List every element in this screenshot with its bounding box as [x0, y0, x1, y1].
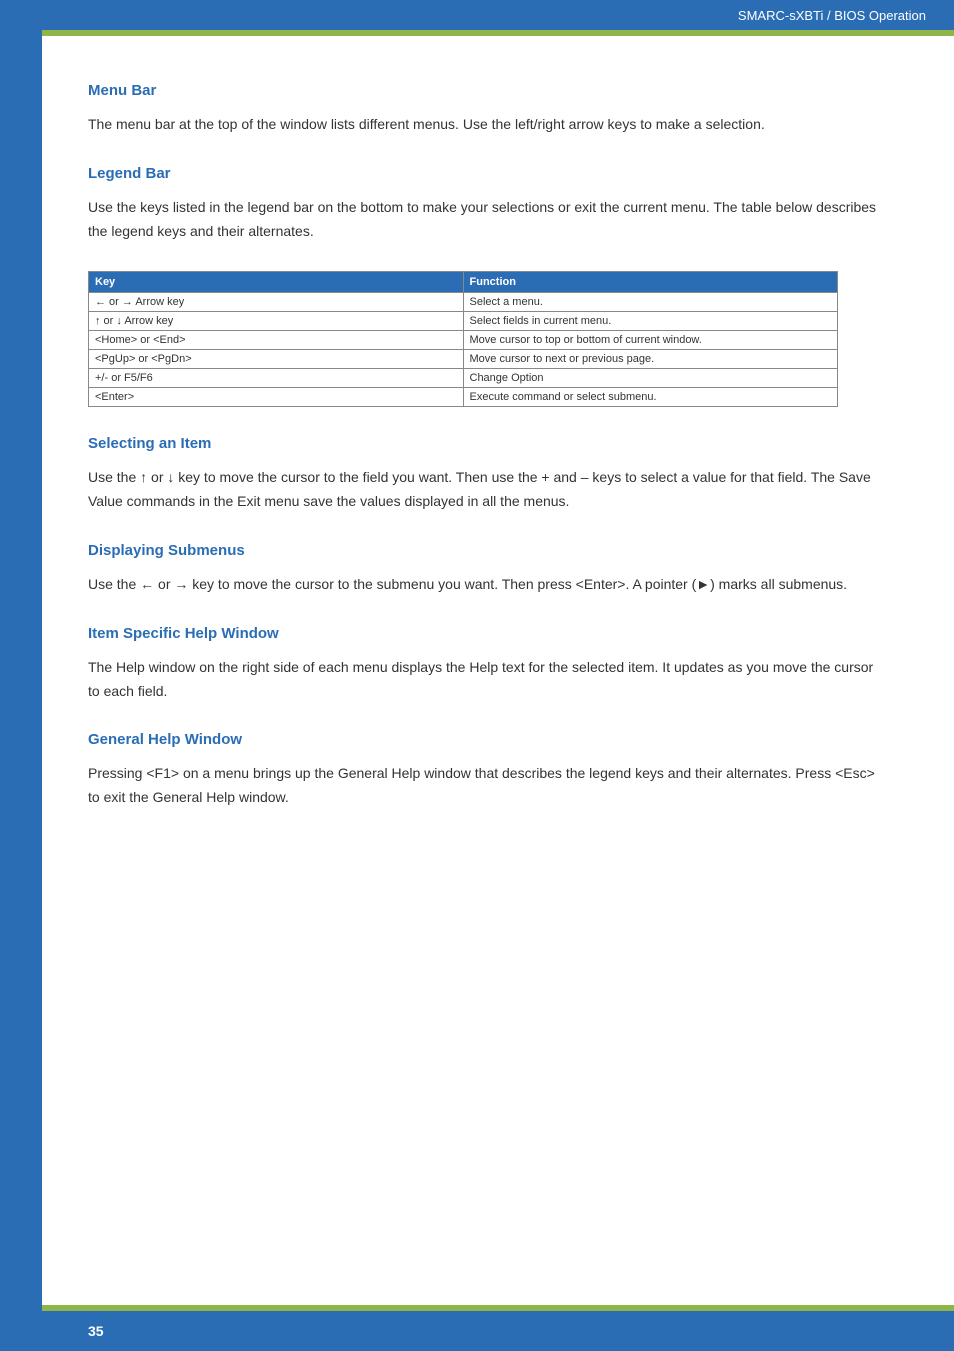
section-menu-bar: Menu Bar The menu bar at the top of the … — [88, 82, 888, 137]
table-row: <Home> or <End> Move cursor to top or bo… — [89, 331, 838, 350]
page-header: SMARC-sXBTi / BIOS Operation — [42, 0, 954, 30]
cell-function: Change Option — [463, 369, 838, 388]
cell-key: ← or → Arrow key — [89, 293, 464, 312]
section-displaying-submenus: Displaying Submenus Use the ← or → key t… — [88, 542, 888, 597]
header-underline — [42, 30, 954, 36]
section-selecting-item: Selecting an Item Use the ↑ or ↓ key to … — [88, 435, 888, 514]
cell-key: <PgUp> or <PgDn> — [89, 350, 464, 369]
section-title: General Help Window — [88, 731, 888, 748]
section-item-help: Item Specific Help Window The Help windo… — [88, 625, 888, 704]
table-row: <Enter> Execute command or select submen… — [89, 388, 838, 407]
section-text: Pressing <F1> on a menu brings up the Ge… — [88, 762, 888, 810]
section-general-help: General Help Window Pressing <F1> on a m… — [88, 731, 888, 810]
section-text: The Help window on the right side of eac… — [88, 656, 888, 704]
section-title: Legend Bar — [88, 165, 888, 182]
col-key: Key — [89, 272, 464, 293]
left-sidebar-accent — [0, 0, 42, 1351]
cell-function: Move cursor to next or previous page. — [463, 350, 838, 369]
table-header-row: Key Function — [89, 272, 838, 293]
cell-key: +/- or F5/F6 — [89, 369, 464, 388]
section-text: Use the ← or → key to move the cursor to… — [88, 573, 888, 597]
cell-function: Execute command or select submenu. — [463, 388, 838, 407]
section-title: Displaying Submenus — [88, 542, 888, 559]
table-row: ↑ or ↓ Arrow key Select fields in curren… — [89, 312, 838, 331]
col-function: Function — [463, 272, 838, 293]
cell-function: Move cursor to top or bottom of current … — [463, 331, 838, 350]
section-title: Menu Bar — [88, 82, 888, 99]
page-number: 35 — [88, 1323, 104, 1339]
legend-keys-table: Key Function ← or → Arrow key Select a m… — [88, 271, 838, 407]
cell-key: <Enter> — [89, 388, 464, 407]
table-row: ← or → Arrow key Select a menu. — [89, 293, 838, 312]
cell-key: <Home> or <End> — [89, 331, 464, 350]
section-text: Use the ↑ or ↓ key to move the cursor to… — [88, 466, 888, 514]
cell-function: Select fields in current menu. — [463, 312, 838, 331]
section-text: Use the keys listed in the legend bar on… — [88, 196, 888, 244]
section-title: Item Specific Help Window — [88, 625, 888, 642]
table-row: <PgUp> or <PgDn> Move cursor to next or … — [89, 350, 838, 369]
page-footer: 35 — [42, 1311, 954, 1351]
table-row: +/- or F5/F6 Change Option — [89, 369, 838, 388]
section-legend-bar: Legend Bar Use the keys listed in the le… — [88, 165, 888, 408]
section-text: The menu bar at the top of the window li… — [88, 113, 888, 137]
section-title: Selecting an Item — [88, 435, 888, 452]
breadcrumb: SMARC-sXBTi / BIOS Operation — [738, 8, 926, 23]
page-content: Menu Bar The menu bar at the top of the … — [88, 82, 888, 838]
cell-function: Select a menu. — [463, 293, 838, 312]
cell-key: ↑ or ↓ Arrow key — [89, 312, 464, 331]
